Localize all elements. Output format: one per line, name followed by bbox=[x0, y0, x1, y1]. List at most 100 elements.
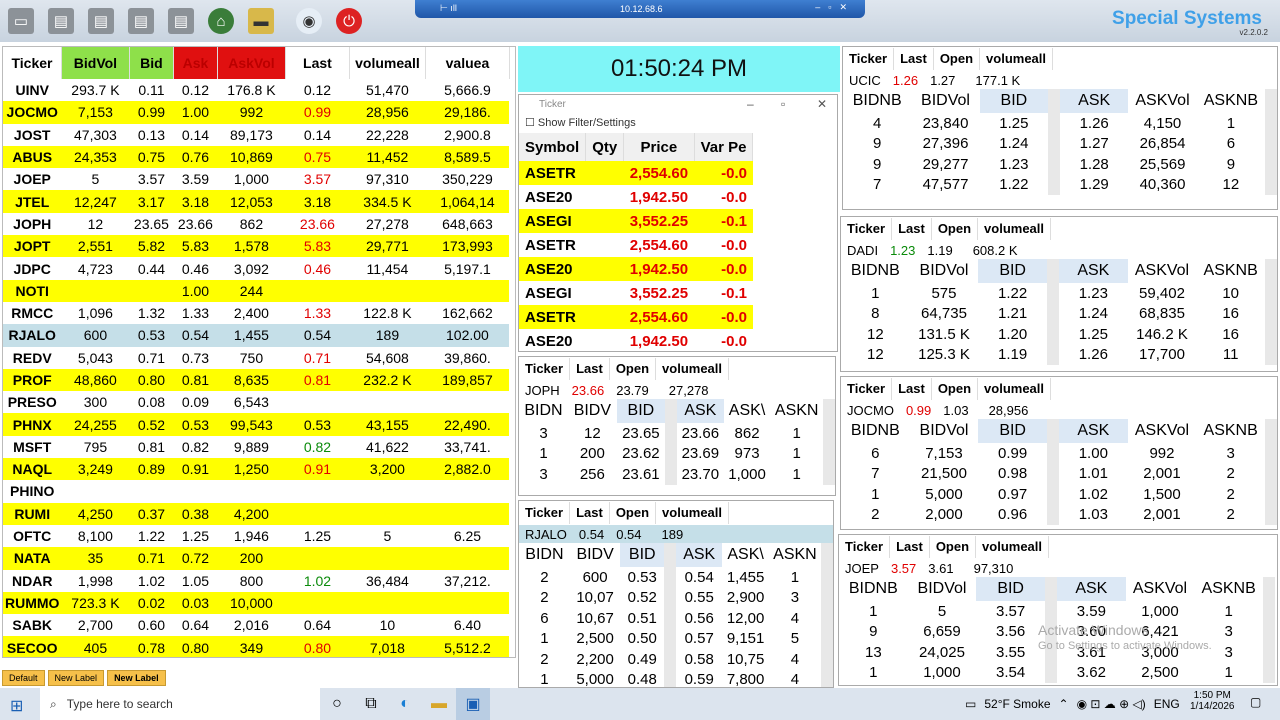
bid-depth-col[interactable]: BIDNB bbox=[843, 89, 911, 113]
ask-depth-row[interactable]: 3.59 1,000 1 bbox=[1057, 601, 1263, 622]
table-row[interactable]: REDV 5,043 0.71 0.73 750 0.71 54,608 39,860. bbox=[3, 346, 510, 369]
bid-depth-row[interactable]: 2 10,07 0.52 bbox=[519, 588, 664, 609]
taskbar-search[interactable]: ⌕ Type here to search bbox=[40, 688, 320, 720]
ask-depth-row[interactable]: 1.25 146.2 K 16 bbox=[1059, 324, 1265, 345]
bid-depth-col[interactable]: BIDVol bbox=[910, 419, 979, 443]
weather-icon[interactable]: ▭ bbox=[965, 697, 976, 711]
ask-depth-row[interactable]: 1.29 40,360 12 bbox=[1060, 175, 1265, 196]
column-header[interactable]: BidVol bbox=[61, 47, 130, 79]
bank-icon[interactable]: ⌂ bbox=[208, 8, 234, 34]
language-indicator[interactable]: ENG bbox=[1154, 697, 1180, 711]
bid-depth-row[interactable]: 13 24,025 3.55 bbox=[839, 642, 1045, 663]
bid-depth-row[interactable]: 6 7,153 0.99 bbox=[841, 443, 1047, 464]
pin-icon[interactable]: ⊢ ıll bbox=[440, 3, 457, 14]
table-row[interactable]: RMCC 1,096 1.32 1.33 2,400 1.33 122.8 K 162,662 bbox=[3, 301, 510, 325]
table-row[interactable]: JOPT 2,551 5.82 5.83 1,578 5.83 29,771 173,993 bbox=[3, 235, 510, 258]
bid-depth-row[interactable]: 2 2,200 0.49 bbox=[519, 649, 664, 670]
table-row[interactable]: MSFT 795 0.81 0.82 9,889 0.82 41,622 33,741. bbox=[3, 435, 510, 459]
table-row[interactable]: PHINO bbox=[3, 480, 510, 503]
cortana-icon[interactable]: ○ bbox=[320, 688, 354, 720]
table-row[interactable]: SABK 2,700 0.60 0.64 2,016 0.64 10 6.40 bbox=[3, 614, 510, 637]
ticker-row[interactable]: ASE20 1,942.50 -0.0 bbox=[519, 257, 753, 281]
column-header[interactable]: Last bbox=[285, 47, 350, 79]
ask-depth-col[interactable]: ASKN bbox=[769, 543, 821, 567]
ask-depth-row[interactable]: 3.62 2,500 1 bbox=[1057, 663, 1263, 684]
bid-depth-row[interactable]: 12 125.3 K 1.19 bbox=[841, 345, 1047, 366]
bid-depth-row[interactable]: 7 47,577 1.22 bbox=[843, 175, 1048, 196]
ask-depth-col[interactable]: ASKVol bbox=[1128, 419, 1197, 443]
table-row[interactable]: UINV 293.7 K 0.11 0.12 176.8 K 0.12 51,470 5,66… bbox=[3, 79, 510, 102]
server-icon[interactable]: ▤ bbox=[88, 8, 114, 34]
table-row[interactable]: OFTC 8,100 1.22 1.25 1,946 1.25 5 6.25 bbox=[3, 524, 510, 548]
quote-ticker[interactable]: JOEP bbox=[839, 561, 885, 576]
bid-depth-col[interactable]: BID bbox=[616, 399, 665, 423]
scrollbar[interactable] bbox=[665, 399, 677, 485]
ticker-row[interactable]: ASE20 1,942.50 -0.0 bbox=[519, 329, 753, 351]
table-row[interactable]: ABUS 24,353 0.75 0.76 10,869 0.75 11,452 8,589.… bbox=[3, 145, 510, 169]
ask-depth-col[interactable]: ASK bbox=[1059, 259, 1128, 283]
task-view-icon[interactable]: ⧉ bbox=[354, 688, 388, 720]
bid-depth-col[interactable]: BIDNB bbox=[841, 259, 910, 283]
table-row[interactable]: PRESO 300 0.08 0.09 6,543 bbox=[3, 391, 510, 414]
table-row[interactable]: RJALO 600 0.53 0.54 1,455 0.54 189 102.00 bbox=[3, 324, 510, 347]
table-row[interactable]: JOEP 5 3.57 3.59 1,000 3.57 97,310 350,229 bbox=[3, 168, 510, 191]
table-row[interactable]: RUMI 4,250 0.37 0.38 4,200 bbox=[3, 502, 510, 525]
ask-depth-col[interactable]: ASK bbox=[1057, 577, 1126, 601]
bid-depth-row[interactable]: 9 6,659 3.56 bbox=[839, 622, 1045, 643]
column-header[interactable]: Bid bbox=[129, 47, 174, 79]
bid-depth-col[interactable]: BID bbox=[979, 89, 1049, 113]
ask-depth-col[interactable]: ASKVol bbox=[1126, 577, 1195, 601]
ask-depth-col[interactable]: ASKVol bbox=[1128, 89, 1196, 113]
scrollbar[interactable] bbox=[1265, 259, 1277, 365]
ticker-column-header[interactable]: Price bbox=[623, 133, 695, 161]
ticker-column-header[interactable]: Var Pe bbox=[694, 133, 754, 161]
bid-depth-col[interactable]: BIDVol bbox=[910, 259, 979, 283]
maximize-button[interactable]: ▫ bbox=[781, 97, 785, 111]
ask-depth-col[interactable]: ASKNB bbox=[1196, 259, 1265, 283]
ask-depth-col[interactable]: ASK\ bbox=[724, 399, 771, 423]
bid-depth-col[interactable]: BIDV bbox=[570, 543, 621, 567]
bid-depth-col[interactable]: BIDVol bbox=[908, 577, 977, 601]
ask-depth-col[interactable]: ASK bbox=[676, 543, 723, 567]
table-row[interactable]: PHNX 24,255 0.52 0.53 99,543 0.53 43,155 22,490… bbox=[3, 413, 510, 436]
ticker-row[interactable]: ASETR 2,554.60 -0.0 bbox=[519, 233, 753, 257]
ask-depth-col[interactable]: ASKNB bbox=[1194, 577, 1263, 601]
ask-depth-col[interactable]: ASKVol bbox=[1128, 259, 1197, 283]
bid-depth-row[interactable]: 1 5,000 0.97 bbox=[841, 484, 1047, 505]
bid-depth-row[interactable]: 9 29,277 1.23 bbox=[843, 154, 1048, 175]
remote-desktop-icon[interactable]: ▣ bbox=[456, 688, 490, 720]
ask-depth-row[interactable]: 0.55 2,900 3 bbox=[676, 588, 821, 609]
column-header[interactable]: AskVol bbox=[217, 47, 286, 79]
ask-depth-row[interactable]: 0.54 1,455 1 bbox=[676, 567, 821, 588]
quote-ticker[interactable]: JOCMO bbox=[841, 403, 900, 418]
ask-depth-row[interactable]: 23.70 1,000 1 bbox=[677, 464, 823, 485]
scrollbar[interactable] bbox=[821, 543, 833, 687]
file-explorer-icon[interactable]: ▬ bbox=[422, 688, 456, 720]
bid-depth-row[interactable]: 7 21,500 0.98 bbox=[841, 464, 1047, 485]
quote-ticker[interactable]: UCIC bbox=[843, 73, 887, 88]
bid-depth-row[interactable]: 12 131.5 K 1.20 bbox=[841, 324, 1047, 345]
scrollbar[interactable] bbox=[1265, 89, 1277, 195]
notification-icon[interactable]: ▢ bbox=[1250, 695, 1261, 709]
quote-ticker[interactable]: DADI bbox=[841, 243, 884, 258]
close-button[interactable]: ✕ bbox=[817, 97, 827, 111]
ask-depth-row[interactable]: 1.01 2,001 2 bbox=[1059, 464, 1265, 485]
bid-depth-row[interactable]: 1 2,500 0.50 bbox=[519, 629, 664, 650]
bid-depth-row[interactable]: 2 600 0.53 bbox=[519, 567, 664, 588]
monitor-icon[interactable]: ▭ bbox=[8, 8, 34, 34]
bid-depth-col[interactable]: BIDV bbox=[568, 399, 617, 423]
ask-depth-row[interactable]: 1.28 25,569 9 bbox=[1060, 154, 1265, 175]
column-header[interactable]: Ticker bbox=[3, 47, 62, 79]
bid-depth-row[interactable]: 4 23,840 1.25 bbox=[843, 113, 1048, 134]
bid-depth-row[interactable]: 1 5,000 0.48 bbox=[519, 670, 664, 687]
scrollbar[interactable] bbox=[664, 543, 676, 687]
ticker-row[interactable]: ASEGI 3,552.25 -0.1 bbox=[519, 281, 753, 305]
watchlist-table[interactable]: Ticker BidVol Bid Ask AskVol Last volumeall val… bbox=[2, 46, 516, 658]
ask-depth-col[interactable]: ASKNB bbox=[1196, 419, 1265, 443]
table-row[interactable]: NAQL 3,249 0.89 0.91 1,250 0.91 3,200 2,882.0 bbox=[3, 458, 510, 481]
filter-checkbox-row[interactable]: ☐ Show Filter/Settings bbox=[519, 115, 837, 133]
ticker-column-header[interactable]: Qty bbox=[585, 133, 625, 161]
table-row[interactable]: SECOO 405 0.78 0.80 349 0.80 7,018 5,512.2 bbox=[3, 636, 510, 657]
ask-depth-row[interactable]: 1.27 26,854 6 bbox=[1060, 134, 1265, 155]
bid-depth-row[interactable]: 1 5 3.57 bbox=[839, 601, 1045, 622]
